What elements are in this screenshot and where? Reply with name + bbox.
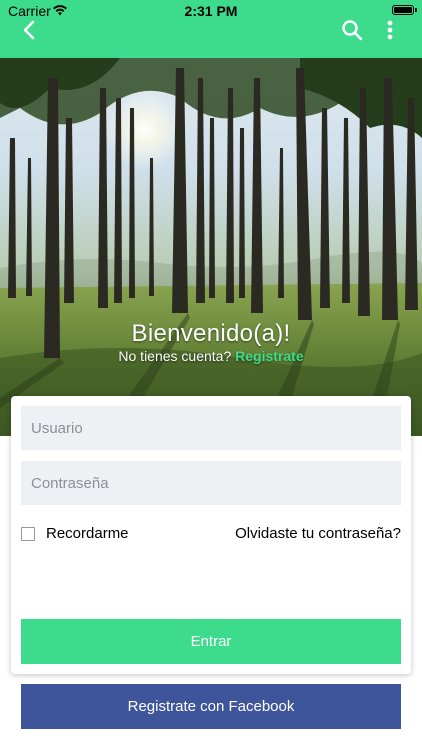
chevron-left-icon [23,20,35,40]
more-vertical-icon [387,20,393,40]
back-button[interactable] [18,18,42,42]
facebook-register-button[interactable]: Registrate con Facebook [21,684,401,729]
forgot-password-link[interactable]: Olvidaste tu contraseña? [235,525,401,542]
welcome-title: Bienvenido(a)! [131,320,291,347]
signup-prompt: No tienes cuenta? Registrate [0,348,422,364]
battery-icon [392,5,417,15]
more-options-button[interactable] [380,18,400,42]
login-button[interactable]: Entrar [21,619,401,664]
remember-checkbox[interactable] [21,526,35,541]
top-bar: Carrier 2:31 PM [0,0,422,58]
remember-label: Recordarme [46,525,129,542]
signup-question: No tienes cuenta? [118,348,232,364]
password-input[interactable] [21,461,401,505]
forest-illustration [0,58,422,436]
hero-forest-image: Bienvenido(a)! No tienes cuenta? Registr… [0,58,422,436]
search-button[interactable] [340,18,364,42]
login-card: Recordarme Olvidaste tu contraseña? Entr… [11,396,411,674]
status-time: 2:31 PM [184,3,238,19]
username-input[interactable] [21,406,401,450]
remember-me-toggle[interactable]: Recordarme [21,525,129,542]
register-link[interactable]: Registrate [235,348,303,364]
search-icon [342,20,363,41]
